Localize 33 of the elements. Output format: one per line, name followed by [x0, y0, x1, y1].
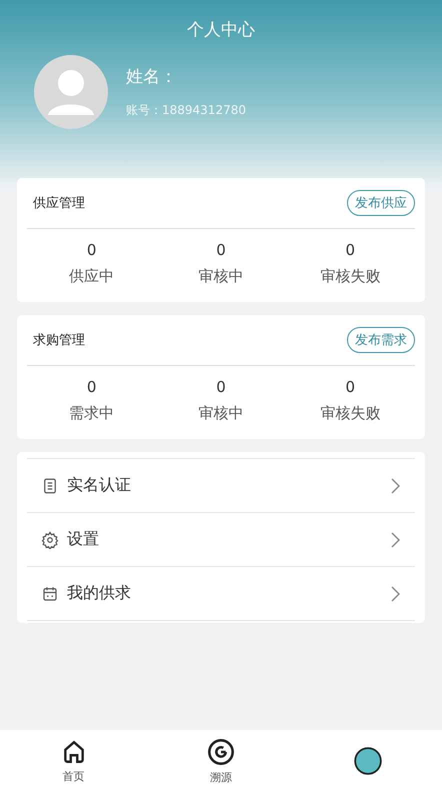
- stat-label: 审核中: [198, 267, 244, 286]
- publish-button[interactable]: 发布需求: [347, 327, 415, 353]
- menu-item[interactable]: 实名认证: [27, 458, 415, 512]
- chevron-icon: [389, 584, 401, 602]
- menu-item[interactable]: 设置: [27, 512, 415, 566]
- stat-label: 审核失败: [320, 267, 380, 286]
- stat-label: 审核中: [198, 404, 244, 423]
- avatar-icon: [34, 55, 108, 129]
- stat-count: 0: [346, 241, 356, 259]
- stat-count: 0: [216, 378, 226, 396]
- card-title: 供应管理: [33, 195, 85, 212]
- stat-count: 0: [86, 378, 96, 396]
- card-title: 求购管理: [33, 332, 85, 349]
- profile-icon: [354, 747, 382, 775]
- stat-count: 0: [216, 241, 226, 259]
- tab[interactable]: 首页: [0, 730, 148, 792]
- stat-label: 审核失败: [320, 404, 380, 423]
- target-icon: [206, 738, 235, 766]
- chevron-icon: [389, 530, 401, 548]
- stat-label: 供应中: [69, 267, 114, 286]
- publish-button[interactable]: 发布供应: [347, 190, 415, 216]
- chevron-icon: [389, 476, 401, 494]
- account-number: 账号：18894312780: [126, 102, 246, 119]
- stat-count: 0: [86, 241, 96, 259]
- page-title: 个人中心: [187, 19, 255, 41]
- stat-count: 0: [346, 378, 356, 396]
- stat-label: 需求中: [69, 404, 114, 423]
- menu-item[interactable]: 我的供求: [27, 566, 415, 621]
- calendar-icon: [41, 584, 59, 602]
- name-label: 姓名：: [126, 66, 178, 88]
- document-icon: [41, 476, 59, 494]
- tab[interactable]: 溯源: [147, 730, 295, 792]
- settings-icon: [41, 530, 59, 548]
